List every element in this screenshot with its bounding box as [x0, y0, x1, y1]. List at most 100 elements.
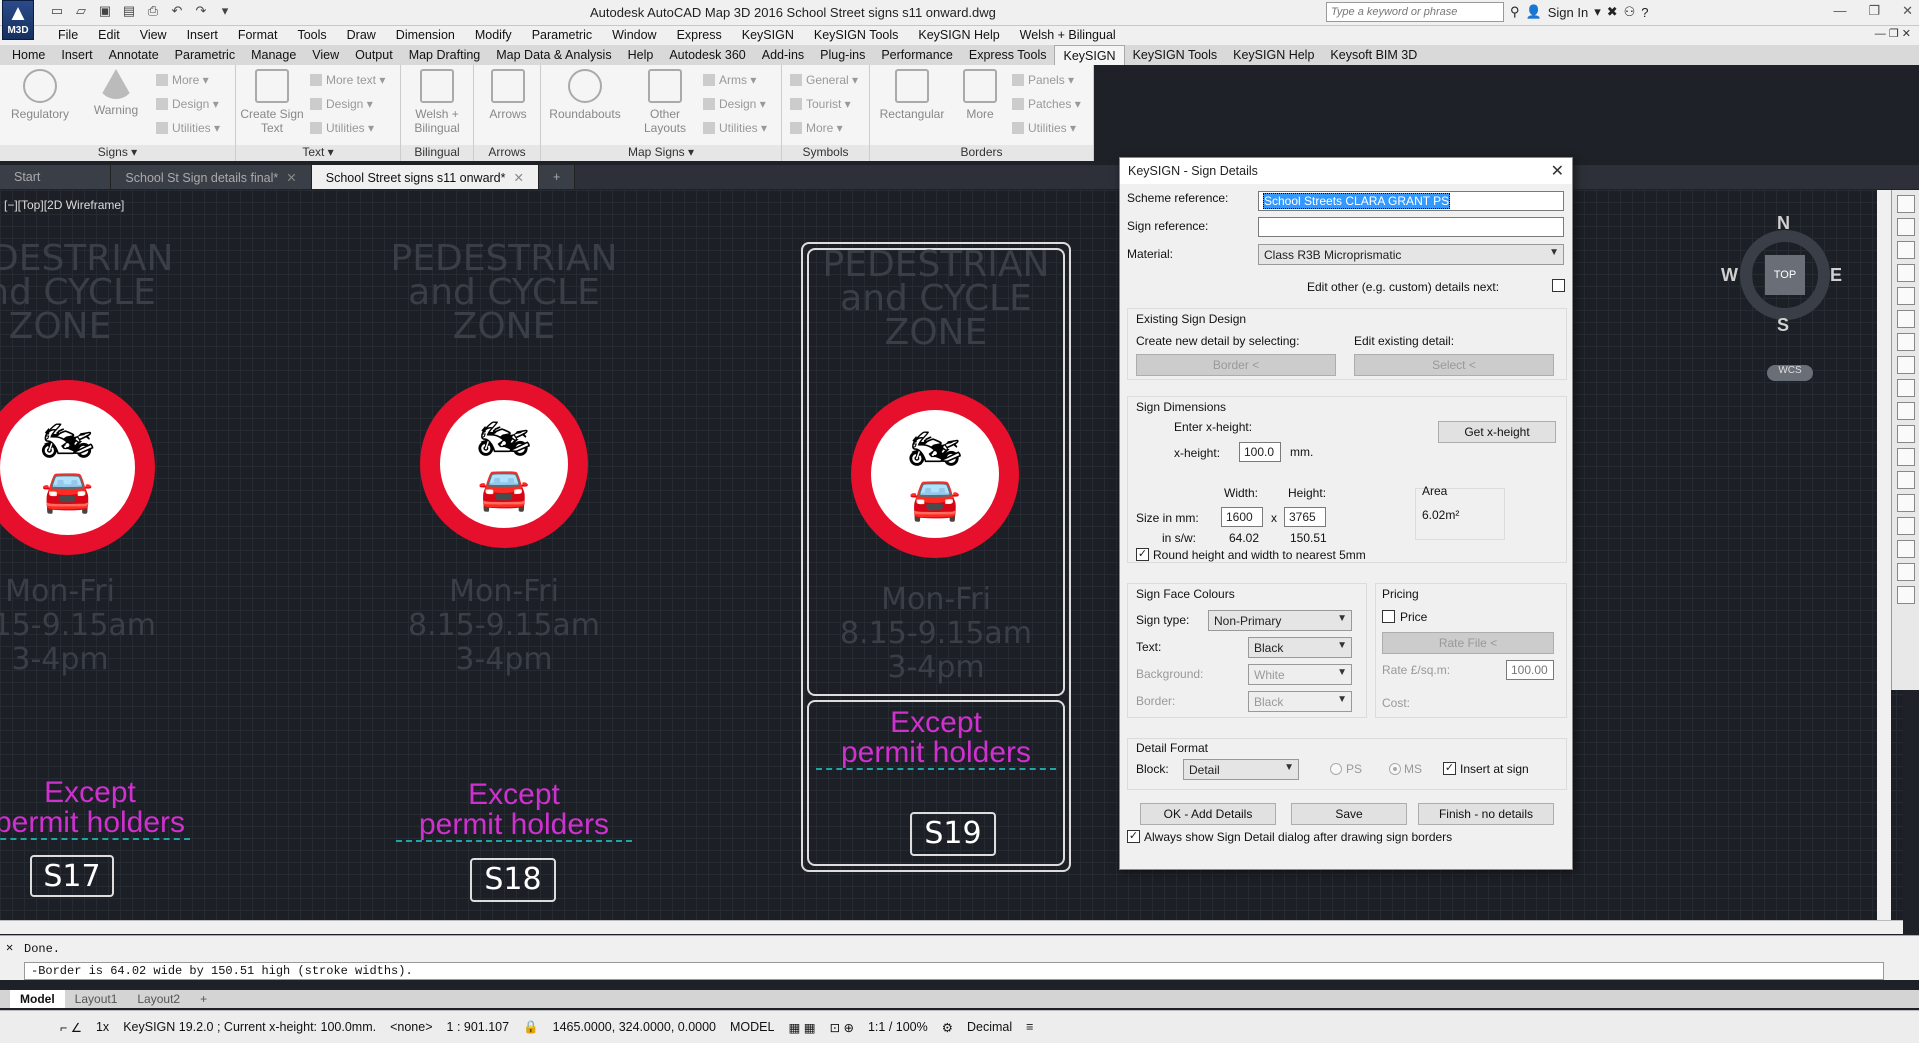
tool-icon[interactable] [1896, 471, 1915, 489]
a360-icon[interactable]: ⚇ [1624, 4, 1636, 20]
menu-draw[interactable]: Draw [337, 26, 386, 45]
rate-file-button[interactable]: Rate File < [1382, 632, 1554, 654]
tab-annotate[interactable]: Annotate [101, 45, 167, 65]
always-show-checkbox[interactable]: ✓ [1127, 830, 1140, 843]
price-checkbox[interactable] [1382, 610, 1395, 623]
tool-icon[interactable] [1896, 333, 1915, 351]
panels-button[interactable]: Panels ▾ [1012, 73, 1074, 87]
no-motor-vehicles-sign[interactable]: 🏍 🚘 [420, 380, 588, 548]
add-layout-button[interactable]: + [190, 990, 217, 1008]
tab-insert[interactable]: Insert [53, 45, 100, 65]
tab-parametric[interactable]: Parametric [167, 45, 243, 65]
scale-readout[interactable]: 1 : 901.107 [447, 1020, 510, 1034]
save-button[interactable]: Save [1291, 803, 1407, 825]
arrows-button[interactable]: Arrows [476, 69, 540, 121]
material-select[interactable]: Class R3B Microprismatic ▼ [1258, 244, 1564, 265]
signs-utilities-button[interactable]: Utilities ▾ [156, 121, 220, 135]
compass-west[interactable]: W [1721, 265, 1738, 286]
customize-qat-icon[interactable]: ▾ [216, 3, 234, 19]
borders-more-button[interactable]: More [956, 69, 1004, 121]
save-as-icon[interactable]: ▤ [120, 3, 138, 19]
panel-signs-title[interactable]: Signs ▾ [0, 145, 235, 161]
border-colour-select[interactable]: Black ▼ [1248, 691, 1352, 712]
no-motor-vehicles-sign[interactable]: 🏍 🚘 [0, 380, 155, 555]
tab-manage[interactable]: Manage [243, 45, 304, 65]
insert-at-sign-checkbox[interactable]: ✓ [1443, 762, 1456, 775]
patches-button[interactable]: Patches ▾ [1012, 97, 1081, 111]
menu-edit[interactable]: Edit [88, 26, 130, 45]
tool-icon[interactable] [1896, 448, 1915, 466]
menu-welsh-bilingual[interactable]: Welsh + Bilingual [1010, 26, 1126, 45]
sign-type-select[interactable]: Non-Primary ▼ [1208, 610, 1352, 631]
tool-icon[interactable] [1896, 310, 1915, 328]
tab-view[interactable]: View [304, 45, 347, 65]
text-colour-select[interactable]: Black ▼ [1248, 637, 1352, 658]
menu-tools[interactable]: Tools [287, 26, 336, 45]
tab-express-tools[interactable]: Express Tools [961, 45, 1055, 65]
menu-file[interactable]: File [48, 26, 88, 45]
select-existing-button[interactable]: Select < [1354, 354, 1554, 376]
rate-input[interactable]: 100.00 [1506, 660, 1554, 680]
height-input[interactable]: 3765 [1284, 507, 1326, 527]
tool-icon[interactable] [1896, 264, 1915, 282]
viewcube-top[interactable]: TOP [1765, 255, 1805, 295]
tourist-button[interactable]: Tourist ▾ [790, 97, 851, 111]
undo-icon[interactable]: ↶ [168, 3, 186, 19]
tab-map-data[interactable]: Map Data & Analysis [488, 45, 619, 65]
save-icon[interactable]: ▣ [96, 3, 114, 19]
viewport-label[interactable]: [−][Top][2D Wireframe] [4, 198, 124, 212]
tool-icon[interactable] [1896, 195, 1915, 213]
border-select-button[interactable]: Border < [1136, 354, 1336, 376]
ms-radio[interactable] [1389, 763, 1401, 775]
create-sign-text-button[interactable]: Create Sign Text [240, 69, 304, 135]
signs-more-button[interactable]: More ▾ [156, 73, 209, 87]
borders-utilities-button[interactable]: Utilities ▾ [1012, 121, 1076, 135]
tool-icon[interactable] [1896, 287, 1915, 305]
tab-layout2[interactable]: Layout2 [127, 990, 190, 1008]
wcs-menu[interactable]: WCS [1767, 365, 1813, 381]
tab-plug-ins[interactable]: Plug-ins [812, 45, 873, 65]
vertical-scrollbar[interactable] [1877, 190, 1891, 920]
menu-dimension[interactable]: Dimension [386, 26, 465, 45]
menu-view[interactable]: View [130, 26, 177, 45]
binoculars-icon[interactable]: ⚲ [1510, 4, 1520, 20]
regulatory-button[interactable]: Regulatory [8, 69, 72, 121]
close-command-icon[interactable]: ✕ [6, 940, 13, 955]
roundabouts-button[interactable]: Roundabouts [545, 69, 625, 121]
mdi-controls[interactable]: — ❐ ✕ [1875, 27, 1911, 40]
exchange-icon[interactable]: ✖ [1607, 4, 1618, 20]
compass-east[interactable]: E [1830, 265, 1842, 286]
welsh-bilingual-button[interactable]: Welsh + Bilingual [405, 69, 469, 135]
ok-add-details-button[interactable]: OK - Add Details [1140, 803, 1276, 825]
redo-icon[interactable]: ↷ [192, 3, 210, 19]
sign-code[interactable]: S18 [470, 858, 556, 902]
osnap-icon[interactable]: ⊡ ⊕ [830, 1020, 854, 1035]
sign-code[interactable]: S17 [30, 855, 114, 897]
grid-icon[interactable]: ▦ ▦ [788, 1020, 815, 1035]
panel-bilingual-title[interactable]: Bilingual [401, 145, 473, 161]
other-layouts-button[interactable]: Other Layouts [633, 69, 697, 135]
menu-keysign-tools[interactable]: KeySIGN Tools [804, 26, 909, 45]
tool-icon[interactable] [1896, 241, 1915, 259]
map-design-button[interactable]: Design ▾ [703, 97, 766, 111]
tab-doc-1[interactable]: School St Sign details final* ✕ [111, 165, 312, 189]
tab-keysign[interactable]: KeySIGN [1054, 45, 1125, 65]
more-text-button[interactable]: More text ▾ [310, 73, 385, 87]
tab-keysoft-bim[interactable]: Keysoft BIM 3D [1322, 45, 1425, 65]
zoom-factor[interactable]: 1x [96, 1020, 109, 1034]
warning-button[interactable]: Warning [84, 69, 148, 117]
tool-icon[interactable] [1896, 586, 1915, 604]
minimize-icon[interactable]: — [1833, 3, 1846, 19]
map-utilities-button[interactable]: Utilities ▾ [703, 121, 767, 135]
tab-autodesk-360[interactable]: Autodesk 360 [661, 45, 753, 65]
rectangular-button[interactable]: Rectangular [872, 69, 952, 121]
tab-keysign-tools[interactable]: KeySIGN Tools [1125, 45, 1226, 65]
sign-code[interactable]: S19 [910, 812, 996, 856]
sign-in-label[interactable]: Sign In [1548, 5, 1588, 20]
horizontal-scrollbar[interactable] [0, 920, 1903, 934]
tab-home[interactable]: Home [4, 45, 53, 65]
tab-start[interactable]: Start [0, 165, 112, 189]
maximize-icon[interactable]: ❐ [1868, 3, 1880, 19]
tool-icon[interactable] [1896, 356, 1915, 374]
tool-icon[interactable] [1896, 494, 1915, 512]
